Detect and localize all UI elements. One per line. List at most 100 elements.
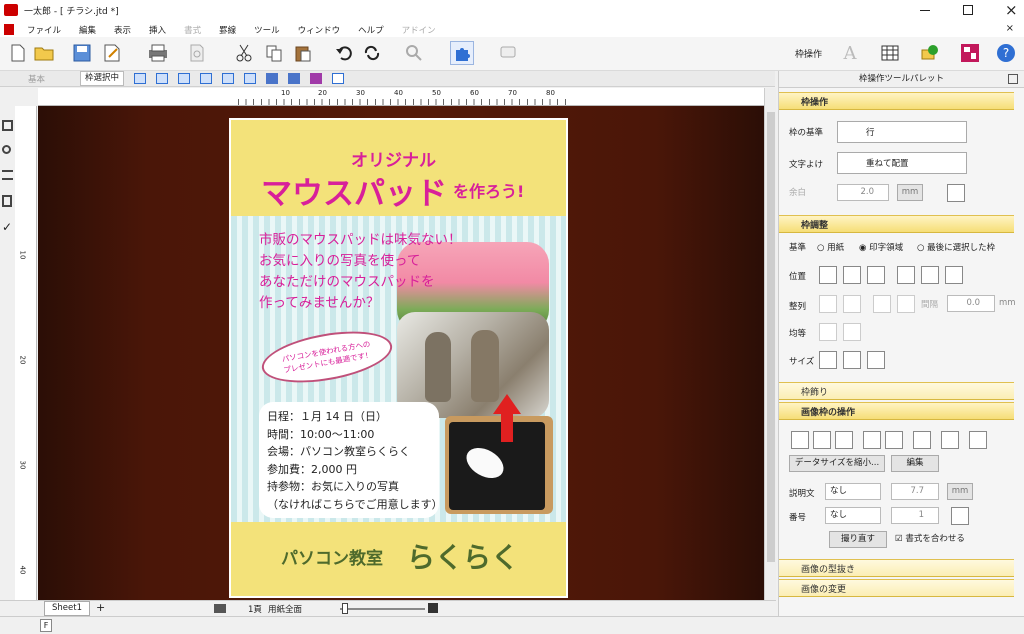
zoom-in-icon[interactable] <box>428 603 438 613</box>
cut-icon[interactable] <box>232 41 256 65</box>
add-sheet-button[interactable]: + <box>96 601 105 614</box>
crop-icon[interactable] <box>913 431 931 449</box>
image-op-icon[interactable] <box>885 431 903 449</box>
align-icon[interactable] <box>843 295 861 313</box>
equal-icon[interactable] <box>819 323 837 341</box>
frame-base-select[interactable]: 行 <box>837 121 967 143</box>
frame-move-icon[interactable] <box>288 73 300 84</box>
menu-ruled-line[interactable]: 罫線 <box>210 24 245 36</box>
section-image-frame[interactable]: 画像枠の操作 <box>779 402 1014 420</box>
check-icon[interactable]: ✓ <box>2 220 12 234</box>
frame-align-icon[interactable] <box>222 73 234 84</box>
menu-file[interactable]: ファイル <box>18 24 70 36</box>
number-settings-icon[interactable] <box>951 507 969 525</box>
reduce-data-size-button[interactable]: データサイズを縮小... <box>789 455 885 472</box>
image-op-icon[interactable] <box>835 431 853 449</box>
page-icon[interactable] <box>2 195 12 207</box>
image-op-icon[interactable] <box>791 431 809 449</box>
frame-group-icon[interactable] <box>332 73 344 84</box>
frame-align-icon[interactable] <box>134 73 146 84</box>
open-folder-icon[interactable] <box>32 41 56 65</box>
scroll-thumb[interactable] <box>767 112 775 562</box>
help-icon[interactable]: ? <box>994 41 1018 65</box>
caption-select[interactable]: なし <box>825 483 881 500</box>
menu-close-icon[interactable]: × <box>1006 23 1014 34</box>
flyer-page[interactable]: オリジナル マウスパッド を作ろう! 市販のマウスパッドは味気ない！ お気に入り… <box>229 118 568 598</box>
size-icon[interactable] <box>819 351 837 369</box>
menu-window[interactable]: ウィンドウ <box>289 24 350 36</box>
section-image-change[interactable]: 画像の変更 <box>779 579 1014 597</box>
close-button[interactable]: × <box>1005 1 1018 19</box>
search-icon[interactable] <box>2 145 11 154</box>
menu-tools[interactable]: ツール <box>245 24 289 36</box>
frame-move-icon[interactable] <box>266 73 278 84</box>
position-icon[interactable] <box>945 266 963 284</box>
frame-align-icon[interactable] <box>200 73 212 84</box>
margin-input[interactable]: 2.0 <box>837 184 889 201</box>
radio-paper[interactable]: ○ 用紙 <box>817 241 844 253</box>
fit-format-checkbox[interactable]: ☑ 書式を合わせる <box>895 532 965 544</box>
sheet-tab[interactable]: Sheet1 <box>44 601 90 616</box>
text-frame-icon[interactable]: A <box>838 41 862 65</box>
position-icon[interactable] <box>819 266 837 284</box>
comment-icon[interactable] <box>496 41 520 65</box>
equal-icon[interactable] <box>843 323 861 341</box>
vertical-scrollbar[interactable] <box>764 88 776 600</box>
zoom-slider[interactable] <box>340 608 425 610</box>
section-frame-decor[interactable]: 枠飾り <box>779 382 1014 400</box>
menu-edit[interactable]: 編集 <box>70 24 105 36</box>
position-icon[interactable] <box>867 266 885 284</box>
undo-icon[interactable] <box>332 41 356 65</box>
list-icon[interactable] <box>2 170 13 180</box>
frame-align-icon[interactable] <box>178 73 190 84</box>
addin-puzzle-icon[interactable] <box>450 41 474 65</box>
mousepad-photo[interactable] <box>445 416 553 514</box>
position-icon[interactable] <box>921 266 939 284</box>
paste-icon[interactable] <box>291 41 315 65</box>
maximize-button[interactable] <box>963 5 973 15</box>
print-preview-icon[interactable] <box>185 41 209 65</box>
print-icon[interactable] <box>146 41 170 65</box>
copy-icon[interactable] <box>262 41 286 65</box>
gap-input[interactable]: 0.0 <box>947 295 995 312</box>
frame-align-icon[interactable] <box>156 73 168 84</box>
print-icon[interactable] <box>214 604 226 613</box>
edit-button[interactable]: 編集 <box>891 455 939 472</box>
frame-move-icon[interactable] <box>310 73 322 84</box>
menu-help[interactable]: ヘルプ <box>349 24 393 36</box>
section-frame-adjust[interactable]: 枠調整 <box>779 215 1014 233</box>
image-op-icon[interactable] <box>969 431 987 449</box>
zoom-icon[interactable] <box>402 41 426 65</box>
menu-addin[interactable]: アドイン <box>393 24 445 36</box>
tab-basic[interactable]: 基本 <box>28 73 45 85</box>
frame-align-icon[interactable] <box>244 73 256 84</box>
save-icon[interactable] <box>70 41 94 65</box>
text-wrap-select[interactable]: 重ねて配置 <box>837 152 967 174</box>
menu-insert[interactable]: 挿入 <box>140 24 175 36</box>
radio-last-frame[interactable]: ○ 最後に選択した枠 <box>917 241 995 253</box>
shape-frame-icon[interactable] <box>918 41 942 65</box>
margin-settings-icon[interactable] <box>947 184 965 202</box>
number-select[interactable]: なし <box>825 507 881 524</box>
caption-size-input[interactable]: 7.7 <box>891 483 939 500</box>
layout-frame-icon[interactable] <box>958 41 982 65</box>
section-frame-op[interactable]: 枠操作 <box>779 92 1014 110</box>
zoom-mode[interactable]: 用紙全面 <box>268 603 302 615</box>
position-icon[interactable] <box>843 266 861 284</box>
grid-view-icon[interactable] <box>2 120 13 131</box>
image-op-icon[interactable] <box>941 431 959 449</box>
align-icon[interactable] <box>897 295 915 313</box>
align-icon[interactable] <box>819 295 837 313</box>
zoom-slider-thumb[interactable] <box>342 603 348 614</box>
image-op-icon[interactable] <box>813 431 831 449</box>
edit-document-icon[interactable] <box>100 41 124 65</box>
radio-print-area[interactable]: ◉ 印字領域 <box>859 241 903 253</box>
size-icon[interactable] <box>867 351 885 369</box>
redo-icon[interactable] <box>360 41 384 65</box>
tab-frame-selected[interactable]: 枠選択中 <box>80 71 124 86</box>
palette-menu-icon[interactable] <box>1008 74 1018 84</box>
menu-format[interactable]: 書式 <box>175 24 210 36</box>
minimize-button[interactable] <box>920 10 930 11</box>
number-size-input[interactable]: 1 <box>891 507 939 524</box>
position-icon[interactable] <box>897 266 915 284</box>
